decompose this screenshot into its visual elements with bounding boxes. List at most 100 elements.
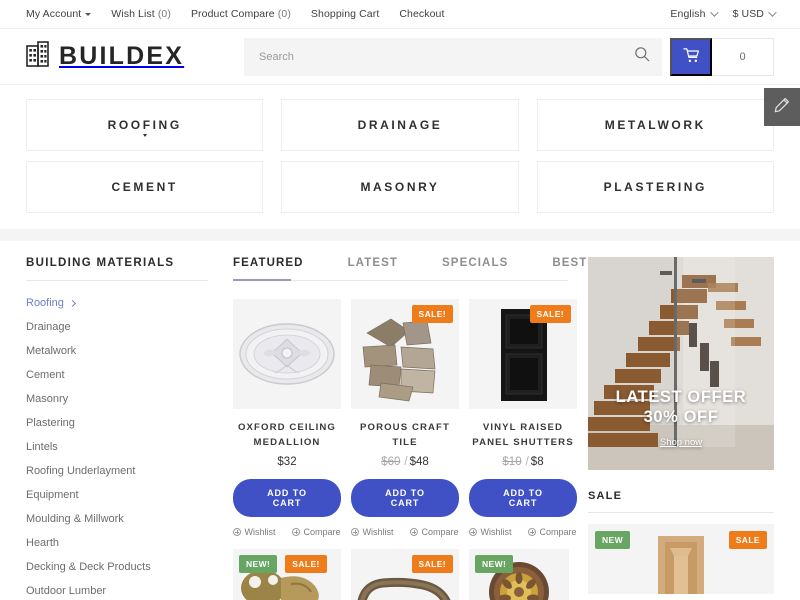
category-metalwork[interactable]: METALWORK (536, 99, 774, 151)
promo-banner[interactable]: LATEST OFFER 30% OFF Shop now (588, 257, 774, 470)
product-image[interactable]: SALE! (469, 299, 577, 409)
tab-featured[interactable]: FEATURED (233, 257, 304, 269)
wishlist-button[interactable]: Wishlist (233, 527, 275, 537)
cart-button[interactable] (670, 37, 712, 76)
tab-latest[interactable]: LATEST (348, 257, 398, 269)
sidebar-item-moulding-millwork[interactable]: Moulding & Millwork (26, 511, 124, 528)
product-name[interactable]: OXFORD CEILING MEDALLION (233, 420, 341, 450)
compare-label: Compare (303, 527, 341, 537)
category-section: ROOFING DRAINAGE METALWORK CEMENT MASONR… (0, 85, 800, 229)
ceiling-medallion-image (239, 323, 335, 385)
tab-specials[interactable]: SPECIALS (442, 257, 508, 269)
category-roofing[interactable]: ROOFING (26, 99, 264, 151)
list-item: Moulding & Millwork (26, 509, 208, 528)
category-plastering[interactable]: PLASTERING (536, 161, 774, 213)
currency-selector[interactable]: $ USD (732, 8, 777, 20)
product-actions: Wishlist Compare (233, 527, 341, 537)
top-link-my-account[interactable]: My Account (26, 8, 92, 20)
sale-item-badges: NEW SALE (595, 531, 767, 549)
plus-circle-icon (469, 528, 478, 536)
list-item: Roofing (26, 293, 208, 312)
product-grid-row-2: NEW! SALE! SALE! NEW! (233, 537, 569, 600)
product-badges: SALE! (351, 555, 453, 573)
add-to-cart-button[interactable]: ADD TO CART (351, 479, 459, 517)
top-link-checkout[interactable]: Checkout (399, 8, 444, 20)
product-badges: NEW! (475, 555, 563, 573)
product-image[interactable] (233, 299, 341, 409)
category-masonry[interactable]: MASONRY (281, 161, 519, 213)
add-to-cart-button[interactable]: ADD TO CART (233, 479, 341, 517)
product-name[interactable]: POROUS CRAFT TILE (351, 420, 459, 450)
top-link-label: Product Compare (190, 8, 275, 20)
sidebar-item-metalwork[interactable]: Metalwork (26, 343, 76, 360)
chevron-down-icon (709, 8, 719, 18)
promo-cta[interactable]: Shop now (660, 437, 702, 448)
compare-count: (0) (277, 8, 291, 20)
sidebar-item-plastering[interactable]: Plastering (26, 415, 75, 432)
sidebar-item-outdoor-lumber[interactable]: Outdoor Lumber (26, 583, 106, 600)
chevron-down-icon (142, 134, 147, 137)
product-price: $10/$8 (502, 456, 544, 468)
product-image[interactable]: SALE! (351, 299, 459, 409)
list-item: Hearth (26, 533, 208, 552)
plus-circle-icon (233, 528, 242, 536)
add-to-cart-button[interactable]: ADD TO CART (469, 479, 577, 517)
sidebar-item-decking-deck-products[interactable]: Decking & Deck Products (26, 559, 151, 576)
product-badges: SALE! (351, 305, 453, 323)
currency-label: $ USD (732, 8, 764, 20)
search-icon[interactable] (634, 46, 650, 67)
product-name[interactable]: VINYL RAISED PANEL SHUTTERS (469, 420, 577, 450)
compare-button[interactable]: Compare (528, 527, 577, 537)
top-utility-bar: My Account Wish List (0) Product Compare… (0, 0, 800, 29)
site-logo[interactable]: BUILDEX (26, 41, 184, 72)
product-image[interactable]: NEW! (469, 549, 569, 600)
wishlist-label: Wishlist (362, 527, 394, 537)
top-link-wish-list[interactable]: Wish List (0) (111, 8, 171, 20)
language-label: English (670, 8, 706, 20)
product-tabs: FEATURED LATEST SPECIALS BESTSELLERS (233, 257, 647, 281)
product-card: NEW! (469, 549, 569, 600)
wishlist-label: Wishlist (480, 527, 512, 537)
compare-button[interactable]: Compare (292, 527, 341, 537)
product-image[interactable]: SALE! (351, 549, 459, 600)
sidebar-item-roofing-underlayment[interactable]: Roofing Underlayment (26, 463, 135, 480)
wish-list-count: (0) (157, 8, 171, 20)
list-item: Equipment (26, 485, 208, 504)
badge-sale: SALE! (285, 555, 327, 573)
sidebar-item-cement[interactable]: Cement (26, 367, 65, 384)
wishlist-button[interactable]: Wishlist (469, 527, 511, 537)
sidebar-item-equipment[interactable]: Equipment (26, 487, 79, 504)
sidebar-item-hearth[interactable]: Hearth (26, 535, 59, 552)
search-input[interactable] (259, 50, 634, 63)
language-selector[interactable]: English (670, 8, 719, 20)
badge-new: NEW! (475, 555, 514, 573)
product-image[interactable]: NEW! SALE! (233, 549, 341, 600)
top-link-shopping-cart[interactable]: Shopping Cart (311, 8, 379, 20)
price-current: $48 (409, 456, 429, 468)
sidebar-title: BUILDING MATERIALS (26, 257, 208, 281)
top-link-product-compare[interactable]: Product Compare (0) (191, 8, 291, 20)
shopping-cart-icon (682, 47, 700, 67)
category-cement[interactable]: CEMENT (26, 161, 264, 213)
sidebar-item-masonry[interactable]: Masonry (26, 391, 68, 408)
badge-sale: SALE! (411, 555, 453, 573)
chevron-down-icon (768, 8, 777, 18)
edit-theme-tab[interactable] (764, 88, 800, 126)
sidebar-item-drainage[interactable]: Drainage (26, 319, 71, 336)
compare-label: Compare (539, 527, 577, 537)
sale-product-item[interactable]: NEW SALE (588, 524, 774, 594)
sidebar-item-roofing[interactable]: Roofing (26, 295, 76, 312)
right-column: LATEST OFFER 30% OFF Shop now SALE NEW S… (588, 257, 774, 594)
product-badges: SALE! (469, 305, 571, 323)
wishlist-button[interactable]: Wishlist (351, 527, 393, 537)
sale-panel-title: SALE (588, 490, 774, 513)
product-card: SALE! POROUS CRAFT TILE $60 / $48 ADD TO… (351, 299, 459, 537)
main-content: BUILDING MATERIALS Roofing Drainage Meta… (0, 241, 800, 600)
category-drainage[interactable]: DRAINAGE (281, 99, 519, 151)
compare-button[interactable]: Compare (410, 527, 459, 537)
sidebar-item-lintels[interactable]: Lintels (26, 439, 58, 456)
sidebar-item-label: Roofing (26, 297, 64, 309)
pencil-icon (774, 97, 790, 118)
list-item: Lintels (26, 437, 208, 456)
cart-item-count[interactable]: 0 (712, 37, 774, 76)
